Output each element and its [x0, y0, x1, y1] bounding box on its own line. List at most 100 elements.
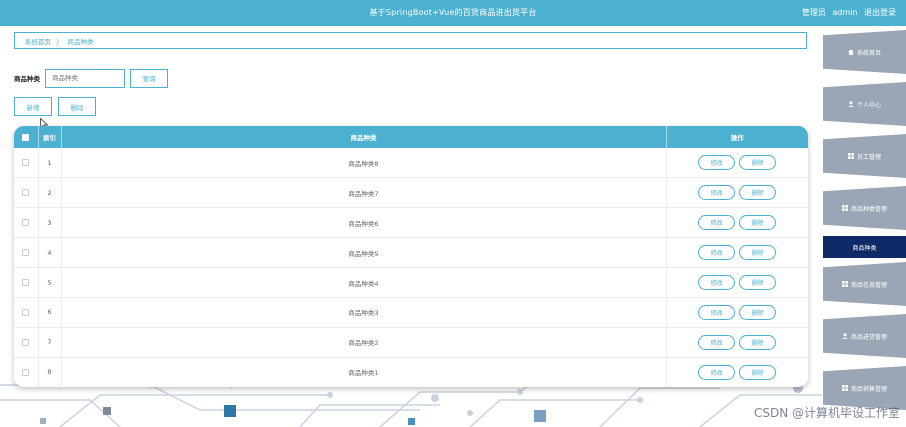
sidebar-item-1[interactable]: 系统首页 — [823, 30, 906, 74]
sidebar-item-label: 商品销售管理 — [850, 385, 887, 393]
row-checkbox[interactable] — [22, 308, 30, 316]
row-index: 8 — [38, 357, 62, 387]
row-index: 4 — [38, 237, 62, 269]
row-category-name: 商品种类8 — [61, 148, 667, 179]
sidebar-item-7[interactable]: 商品进货管理 — [823, 314, 906, 358]
row-actions: 修改 删除 — [666, 237, 808, 269]
row-checkbox-cell[interactable] — [14, 357, 39, 387]
top-header: 基于SpringBoot+Vue的百货商品进出货平台 管理员 admin 退出登… — [0, 0, 906, 26]
row-actions: 修改 删除 — [666, 297, 808, 328]
row-actions: 修改 删除 — [666, 177, 808, 209]
sidebar-item-label: 商品种类 — [852, 244, 877, 252]
row-checkbox[interactable] — [22, 368, 30, 376]
user-icon — [848, 101, 857, 107]
row-checkbox-cell[interactable] — [14, 327, 39, 358]
sidebar-item-3[interactable]: 员工管理 — [823, 134, 906, 178]
row-checkbox-cell[interactable] — [14, 148, 39, 179]
sidebar-item-label: 员工管理 — [856, 153, 881, 161]
row-checkbox[interactable] — [22, 189, 30, 197]
row-checkbox[interactable] — [22, 338, 30, 346]
add-button[interactable]: 新增 — [14, 97, 52, 116]
row-checkbox[interactable] — [22, 249, 30, 257]
row-delete-button[interactable]: 删除 — [739, 215, 777, 231]
row-edit-button[interactable]: 修改 — [698, 185, 736, 201]
row-checkbox[interactable] — [22, 279, 30, 286]
row-delete-button[interactable]: 删除 — [739, 155, 777, 171]
sidebar-item-2[interactable]: 个人中心 — [823, 82, 906, 126]
grid-icon — [841, 385, 851, 391]
table-row: 7 商品种类2 修改 删除 — [14, 327, 808, 358]
user-area: 管理员 admin 退出登录 — [798, 7, 896, 18]
row-index: 3 — [38, 207, 62, 239]
breadcrumb-home[interactable]: 系统首页 — [25, 38, 51, 46]
row-category-name: 商品种类3 — [61, 297, 667, 328]
column-header-name: 商品种类 — [61, 126, 667, 148]
breadcrumb-current: 商品种类 — [67, 38, 94, 46]
table-row: 8 商品种类1 修改 删除 — [14, 357, 808, 387]
row-delete-button[interactable]: 删除 — [739, 334, 777, 350]
row-delete-button[interactable]: 删除 — [739, 275, 777, 290]
row-delete-button[interactable]: 删除 — [739, 364, 777, 380]
row-delete-button[interactable]: 删除 — [739, 185, 777, 201]
logout-link[interactable]: 退出登录 — [864, 8, 896, 17]
row-edit-button[interactable]: 修改 — [698, 364, 736, 380]
watermark-text: CSDN @计算机毕设工作室 — [753, 406, 900, 420]
batch-delete-button[interactable]: 删除 — [58, 97, 96, 116]
breadcrumb-separator: 〉 — [56, 38, 63, 46]
row-category-name: 商品种类2 — [61, 327, 667, 358]
row-actions: 修改 删除 — [666, 148, 808, 179]
search-label: 商品种类 — [14, 75, 40, 83]
row-index: 7 — [38, 327, 62, 358]
sidebar-item-label: 商品信息管理 — [850, 281, 887, 289]
breadcrumb: 系统首页〉商品种类 — [14, 32, 807, 49]
sidebar-item-4[interactable]: 商品种类管理 — [823, 186, 906, 230]
sidebar-item-label: 商品进货管理 — [850, 333, 887, 341]
table-body: 1 商品种类8 修改 删除 2 商品种类7 修改 删除 3 商品种类6 修改 删除 4 商品种类5 修改 删除… — [14, 148, 808, 387]
sidebar-item-label: 商品种类管理 — [850, 205, 887, 213]
sidebar-item-6[interactable]: 商品信息管理 — [823, 262, 906, 306]
row-actions: 修改 删除 — [666, 267, 808, 298]
row-edit-button[interactable]: 修改 — [698, 304, 736, 320]
user-icon — [842, 333, 851, 339]
select-all-header[interactable] — [14, 126, 39, 148]
row-checkbox-cell[interactable] — [14, 297, 39, 328]
row-index: 5 — [38, 267, 62, 298]
sidebar-nav: 系统首页个人中心员工管理商品种类管理 商品种类商品信息管理 商品进货管理 商品销售管理 — [823, 26, 906, 427]
row-delete-button[interactable]: 删除 — [739, 304, 777, 320]
grid-icon — [847, 153, 857, 159]
table-row: 5 商品种类4 修改 删除 — [14, 267, 808, 298]
row-index: 6 — [38, 297, 62, 328]
row-edit-button[interactable]: 修改 — [698, 155, 736, 171]
user-name: admin — [832, 8, 858, 17]
row-checkbox-cell[interactable] — [14, 177, 39, 209]
row-edit-button[interactable]: 修改 — [698, 334, 736, 350]
row-checkbox-cell[interactable] — [14, 207, 39, 239]
row-checkbox[interactable] — [22, 219, 30, 227]
sidebar-item-label: 个人中心 — [856, 101, 881, 109]
column-header-actions: 操作 — [730, 134, 744, 142]
row-category-name: 商品种类1 — [61, 357, 667, 387]
row-edit-button[interactable]: 修改 — [698, 275, 736, 290]
row-checkbox-cell[interactable] — [14, 267, 39, 298]
search-bar: 商品种类 查询 — [14, 68, 168, 88]
app-title: 基于SpringBoot+Vue的百货商品进出货平台 — [369, 8, 537, 17]
search-input[interactable] — [45, 68, 125, 88]
sidebar-item-label: 系统首页 — [856, 49, 881, 57]
row-checkbox[interactable] — [22, 159, 30, 167]
table-header-row: 索引 商品种类 操作 — [14, 126, 808, 148]
row-index: 1 — [38, 148, 62, 179]
home-icon — [847, 49, 857, 55]
select-all-checkbox[interactable] — [22, 133, 30, 141]
row-edit-button[interactable]: 修改 — [698, 245, 736, 261]
row-edit-button[interactable]: 修改 — [698, 215, 736, 231]
row-checkbox-cell[interactable] — [14, 237, 39, 269]
table-row: 6 商品种类3 修改 删除 — [14, 297, 808, 328]
column-header-index: 索引 — [38, 126, 62, 148]
user-role: 管理员 — [801, 8, 826, 17]
table-row: 2 商品种类7 修改 删除 — [14, 177, 808, 209]
sidebar-item-5[interactable]: 商品种类 — [823, 236, 906, 258]
table-row: 1 商品种类8 修改 删除 — [14, 148, 808, 179]
grid-icon — [841, 205, 851, 211]
query-button[interactable]: 查询 — [130, 68, 168, 88]
row-delete-button[interactable]: 删除 — [739, 245, 777, 261]
